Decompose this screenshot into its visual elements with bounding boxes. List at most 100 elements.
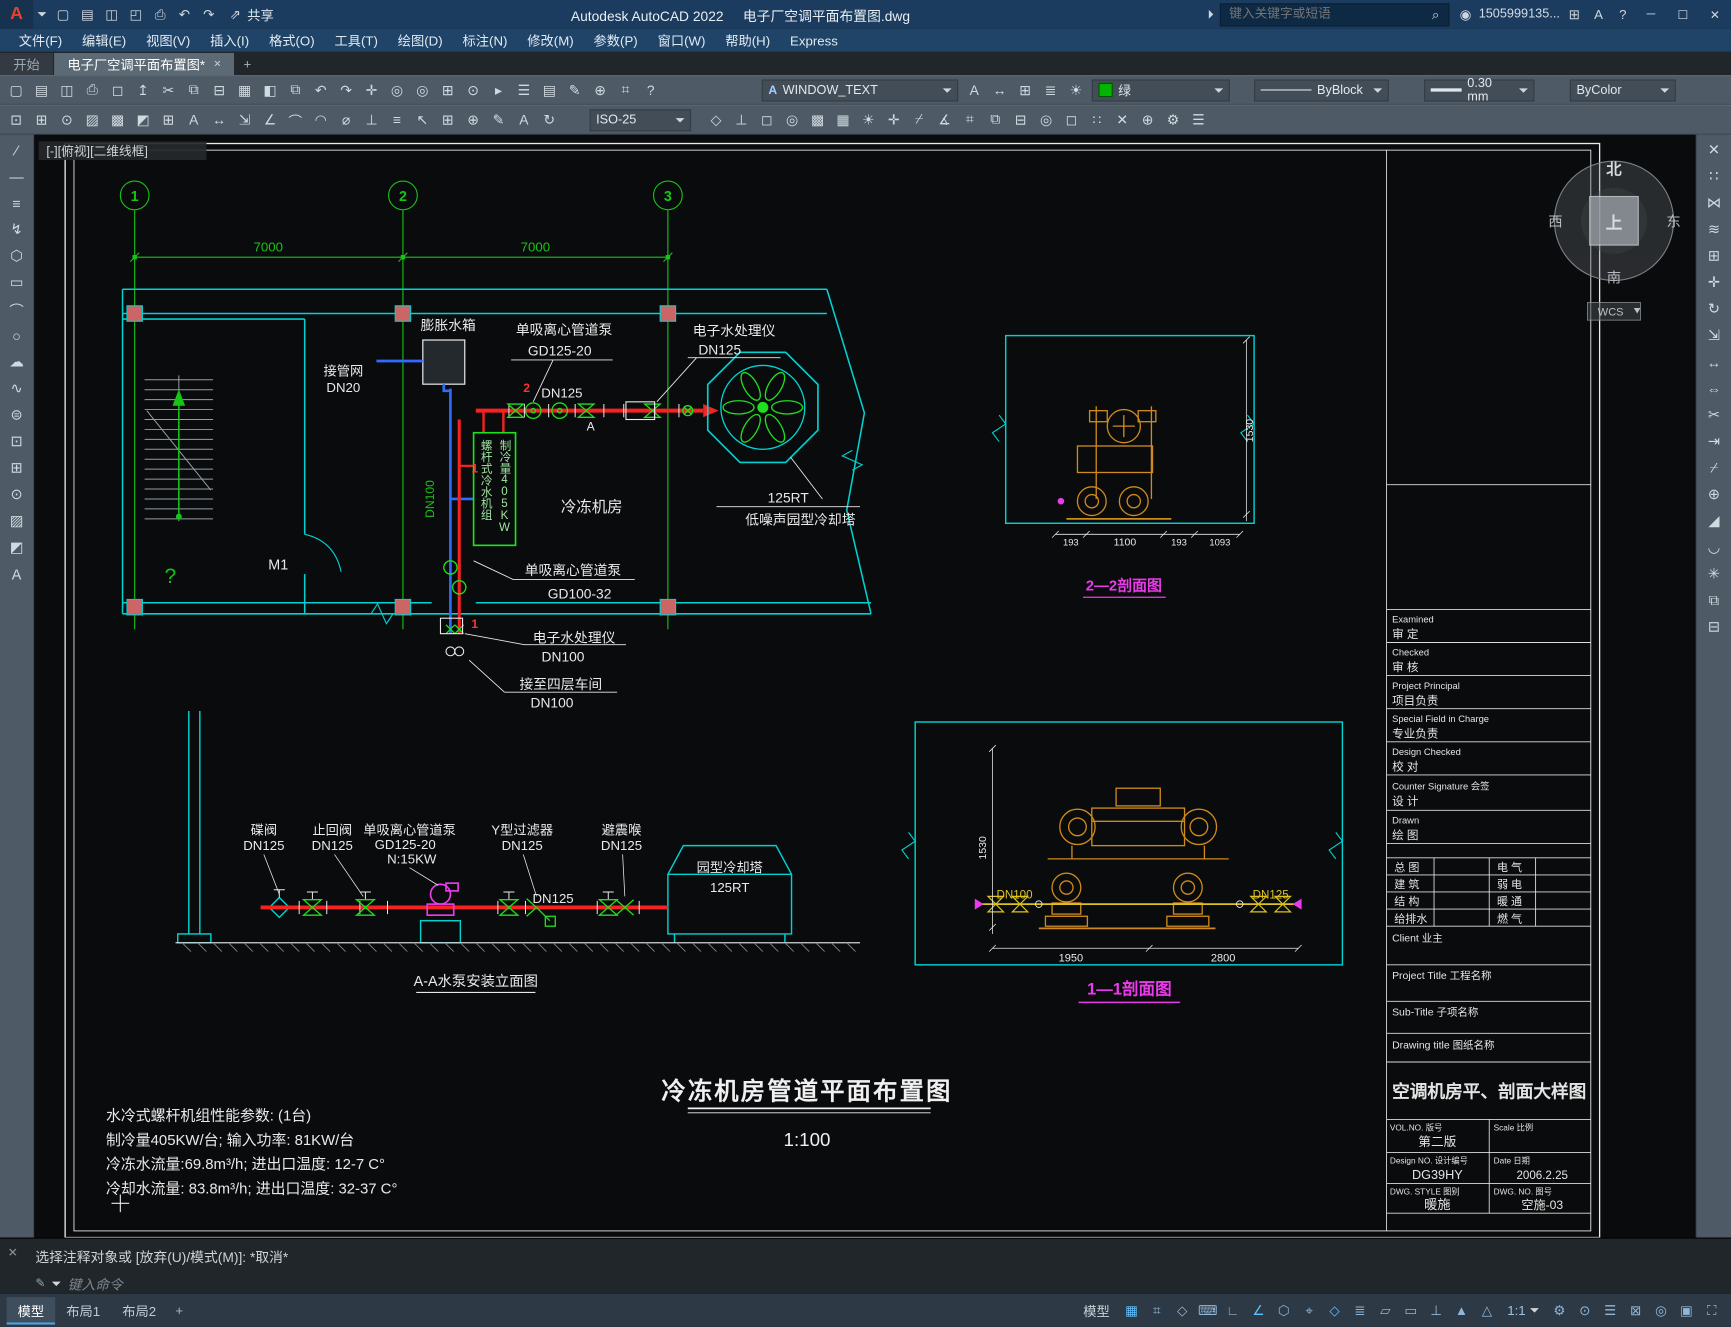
search-field[interactable]: ⌕ <box>1220 2 1450 26</box>
lineweight-combo[interactable]: 0.30 mm <box>1424 77 1535 103</box>
pan-icon[interactable]: ✛ <box>359 78 384 102</box>
menu-item-7[interactable]: 标注(N) <box>453 29 518 52</box>
close-button[interactable]: ✕ <box>1699 0 1731 29</box>
point-icon[interactable]: ⊙ <box>54 108 79 132</box>
region-icon[interactable]: ◩ <box>3 534 29 560</box>
snap-icon[interactable]: ⌗ <box>1144 1298 1169 1322</box>
menu-item-9[interactable]: 参数(P) <box>584 29 648 52</box>
quickcalc-icon[interactable]: ⌗ <box>957 108 982 132</box>
dim-angular-icon[interactable]: ∠ <box>257 108 282 132</box>
center-mark-icon[interactable]: ⊕ <box>460 108 485 132</box>
cut-icon[interactable]: ✂ <box>156 78 181 102</box>
linetype-combo[interactable]: ByBlock <box>1254 78 1389 102</box>
dim-text-edit-icon[interactable]: A <box>511 108 536 132</box>
dim-style-icon[interactable]: ↔ <box>987 78 1012 102</box>
explode-icon[interactable]: ✳ <box>1701 561 1727 587</box>
logo-dropdown-icon[interactable] <box>37 12 47 17</box>
insert-block-icon[interactable]: ⊡ <box>3 428 29 454</box>
make-block-icon[interactable]: ⊞ <box>3 455 29 481</box>
workspace-gear-icon[interactable]: ⚙ <box>1547 1298 1572 1322</box>
viewport-controls[interactable]: [-][俯视][二维线框] <box>38 141 207 161</box>
copy-icon[interactable]: ⧉ <box>181 78 206 102</box>
join-icon[interactable]: ⊕ <box>1701 481 1727 507</box>
polar-icon[interactable]: ∠ <box>1246 1298 1271 1322</box>
point-icon[interactable]: ⊙ <box>3 481 29 507</box>
command-input-row[interactable]: ✎ 键入命令 <box>0 1268 1731 1293</box>
show-motion-icon[interactable]: ▸ <box>486 78 511 102</box>
purge-icon[interactable]: ✕ <box>1109 108 1134 132</box>
named-views-icon[interactable]: ◻ <box>754 108 779 132</box>
autodesk-apps-icon[interactable]: A <box>1586 2 1610 26</box>
search-icon[interactable]: ⌕ <box>1428 2 1443 26</box>
dim-edit-icon[interactable]: ✎ <box>486 108 511 132</box>
layer-properties-icon[interactable]: ≣ <box>1038 78 1063 102</box>
ortho-icon[interactable]: ∟ <box>1220 1298 1245 1322</box>
zoom-window-icon[interactable]: ⊞ <box>435 78 460 102</box>
lock-ui-icon[interactable]: ⊠ <box>1623 1298 1648 1322</box>
dim-radius-icon[interactable]: ◠ <box>308 108 333 132</box>
qat-plot-icon[interactable]: ⎙ <box>148 2 172 26</box>
qnew-icon[interactable]: ▢ <box>3 78 28 102</box>
sheet-set-icon[interactable]: ▤ <box>537 78 562 102</box>
clean-screen-icon[interactable]: ⛶ <box>1699 1298 1724 1322</box>
xref-icon[interactable]: ⧉ <box>283 78 308 102</box>
qat-save-icon[interactable]: ◫ <box>99 2 123 26</box>
trim-icon[interactable]: ✂ <box>1701 402 1727 428</box>
ltab-2[interactable]: 布局2 <box>111 1297 167 1325</box>
construction-line-icon[interactable]: — <box>3 163 29 189</box>
fillet-icon[interactable]: ◡ <box>1701 534 1727 560</box>
hatch-icon[interactable]: ▨ <box>3 508 29 534</box>
search-expand-icon[interactable] <box>1209 9 1214 19</box>
save-icon[interactable]: ◫ <box>54 78 79 102</box>
search-input[interactable] <box>1226 6 1428 23</box>
isolate-icon[interactable]: ◎ <box>1033 108 1058 132</box>
command-close-icon[interactable]: ✕ <box>8 1245 18 1259</box>
ellipse-icon[interactable]: ⊜ <box>3 402 29 428</box>
command-customize-icon[interactable]: ✎ <box>35 1276 45 1290</box>
isodraft-icon[interactable]: ⬡ <box>1271 1298 1296 1322</box>
annotation-monitor-icon[interactable]: ⊙ <box>1572 1298 1597 1322</box>
erase-icon[interactable]: ✕ <box>1701 137 1727 163</box>
annotation-visibility-icon[interactable]: ▲ <box>1449 1298 1474 1322</box>
menu-item-12[interactable]: Express <box>780 30 848 50</box>
quick-properties-icon[interactable]: ☰ <box>1597 1298 1622 1322</box>
menu-item-8[interactable]: 修改(M) <box>517 29 583 52</box>
lights-icon[interactable]: ☀ <box>856 108 881 132</box>
group-icon[interactable]: ⧉ <box>983 108 1008 132</box>
dim-style-combo[interactable]: ISO-25 <box>589 108 692 131</box>
menu-item-2[interactable]: 视图(V) <box>136 29 200 52</box>
extend-icon[interactable]: ⇥ <box>1701 428 1727 454</box>
layer-combo[interactable]: 绿 <box>1091 78 1230 102</box>
paste-icon[interactable]: ⊟ <box>206 78 231 102</box>
osnap-icon[interactable]: ◇ <box>1322 1298 1347 1322</box>
dim-ordinate-icon[interactable]: ⊥ <box>359 108 384 132</box>
arc-icon[interactable]: ⌒ <box>3 296 29 322</box>
command-prompt[interactable]: 键入命令 <box>68 1273 123 1294</box>
hatch-icon[interactable]: ▨ <box>79 108 104 132</box>
menu-item-1[interactable]: 编辑(E) <box>72 29 136 52</box>
tab-start[interactable]: 开始 <box>0 52 54 76</box>
dim-linear-icon[interactable]: ↔ <box>206 108 231 132</box>
measure-icon[interactable]: ∡ <box>932 108 957 132</box>
text-style-combo[interactable]: A WINDOW_TEXT <box>761 78 959 102</box>
steering-wheel-icon[interactable]: ◎ <box>384 78 409 102</box>
gradient-icon[interactable]: ▩ <box>105 108 130 132</box>
circle-icon[interactable]: ○ <box>3 322 29 348</box>
mirror-icon[interactable]: ⋈ <box>1701 190 1727 216</box>
menu-item-0[interactable]: 文件(F) <box>9 29 72 52</box>
menu-item-4[interactable]: 格式(O) <box>259 29 324 52</box>
spline-icon[interactable]: ∿ <box>3 375 29 401</box>
zoom-realtime-icon[interactable]: ◎ <box>410 78 435 102</box>
redo-icon[interactable]: ↷ <box>333 78 358 102</box>
layer-states-icon[interactable]: ☀ <box>1063 78 1088 102</box>
help-icon[interactable]: ? <box>1611 2 1635 26</box>
infer-icon[interactable]: ◇ <box>1169 1298 1194 1322</box>
dim-diameter-icon[interactable]: ⌀ <box>333 108 358 132</box>
ltab-1[interactable]: 布局1 <box>55 1297 111 1325</box>
transparency-icon[interactable]: ▱ <box>1373 1298 1398 1322</box>
options-icon[interactable]: ⚙ <box>1160 108 1185 132</box>
tolerance-icon[interactable]: ⊞ <box>435 108 460 132</box>
walk-icon[interactable]: ✛ <box>881 108 906 132</box>
annotation-scale-button[interactable]: 1:1 <box>1500 1303 1547 1318</box>
dynamic-ucs-icon[interactable]: ⊥ <box>1423 1298 1448 1322</box>
